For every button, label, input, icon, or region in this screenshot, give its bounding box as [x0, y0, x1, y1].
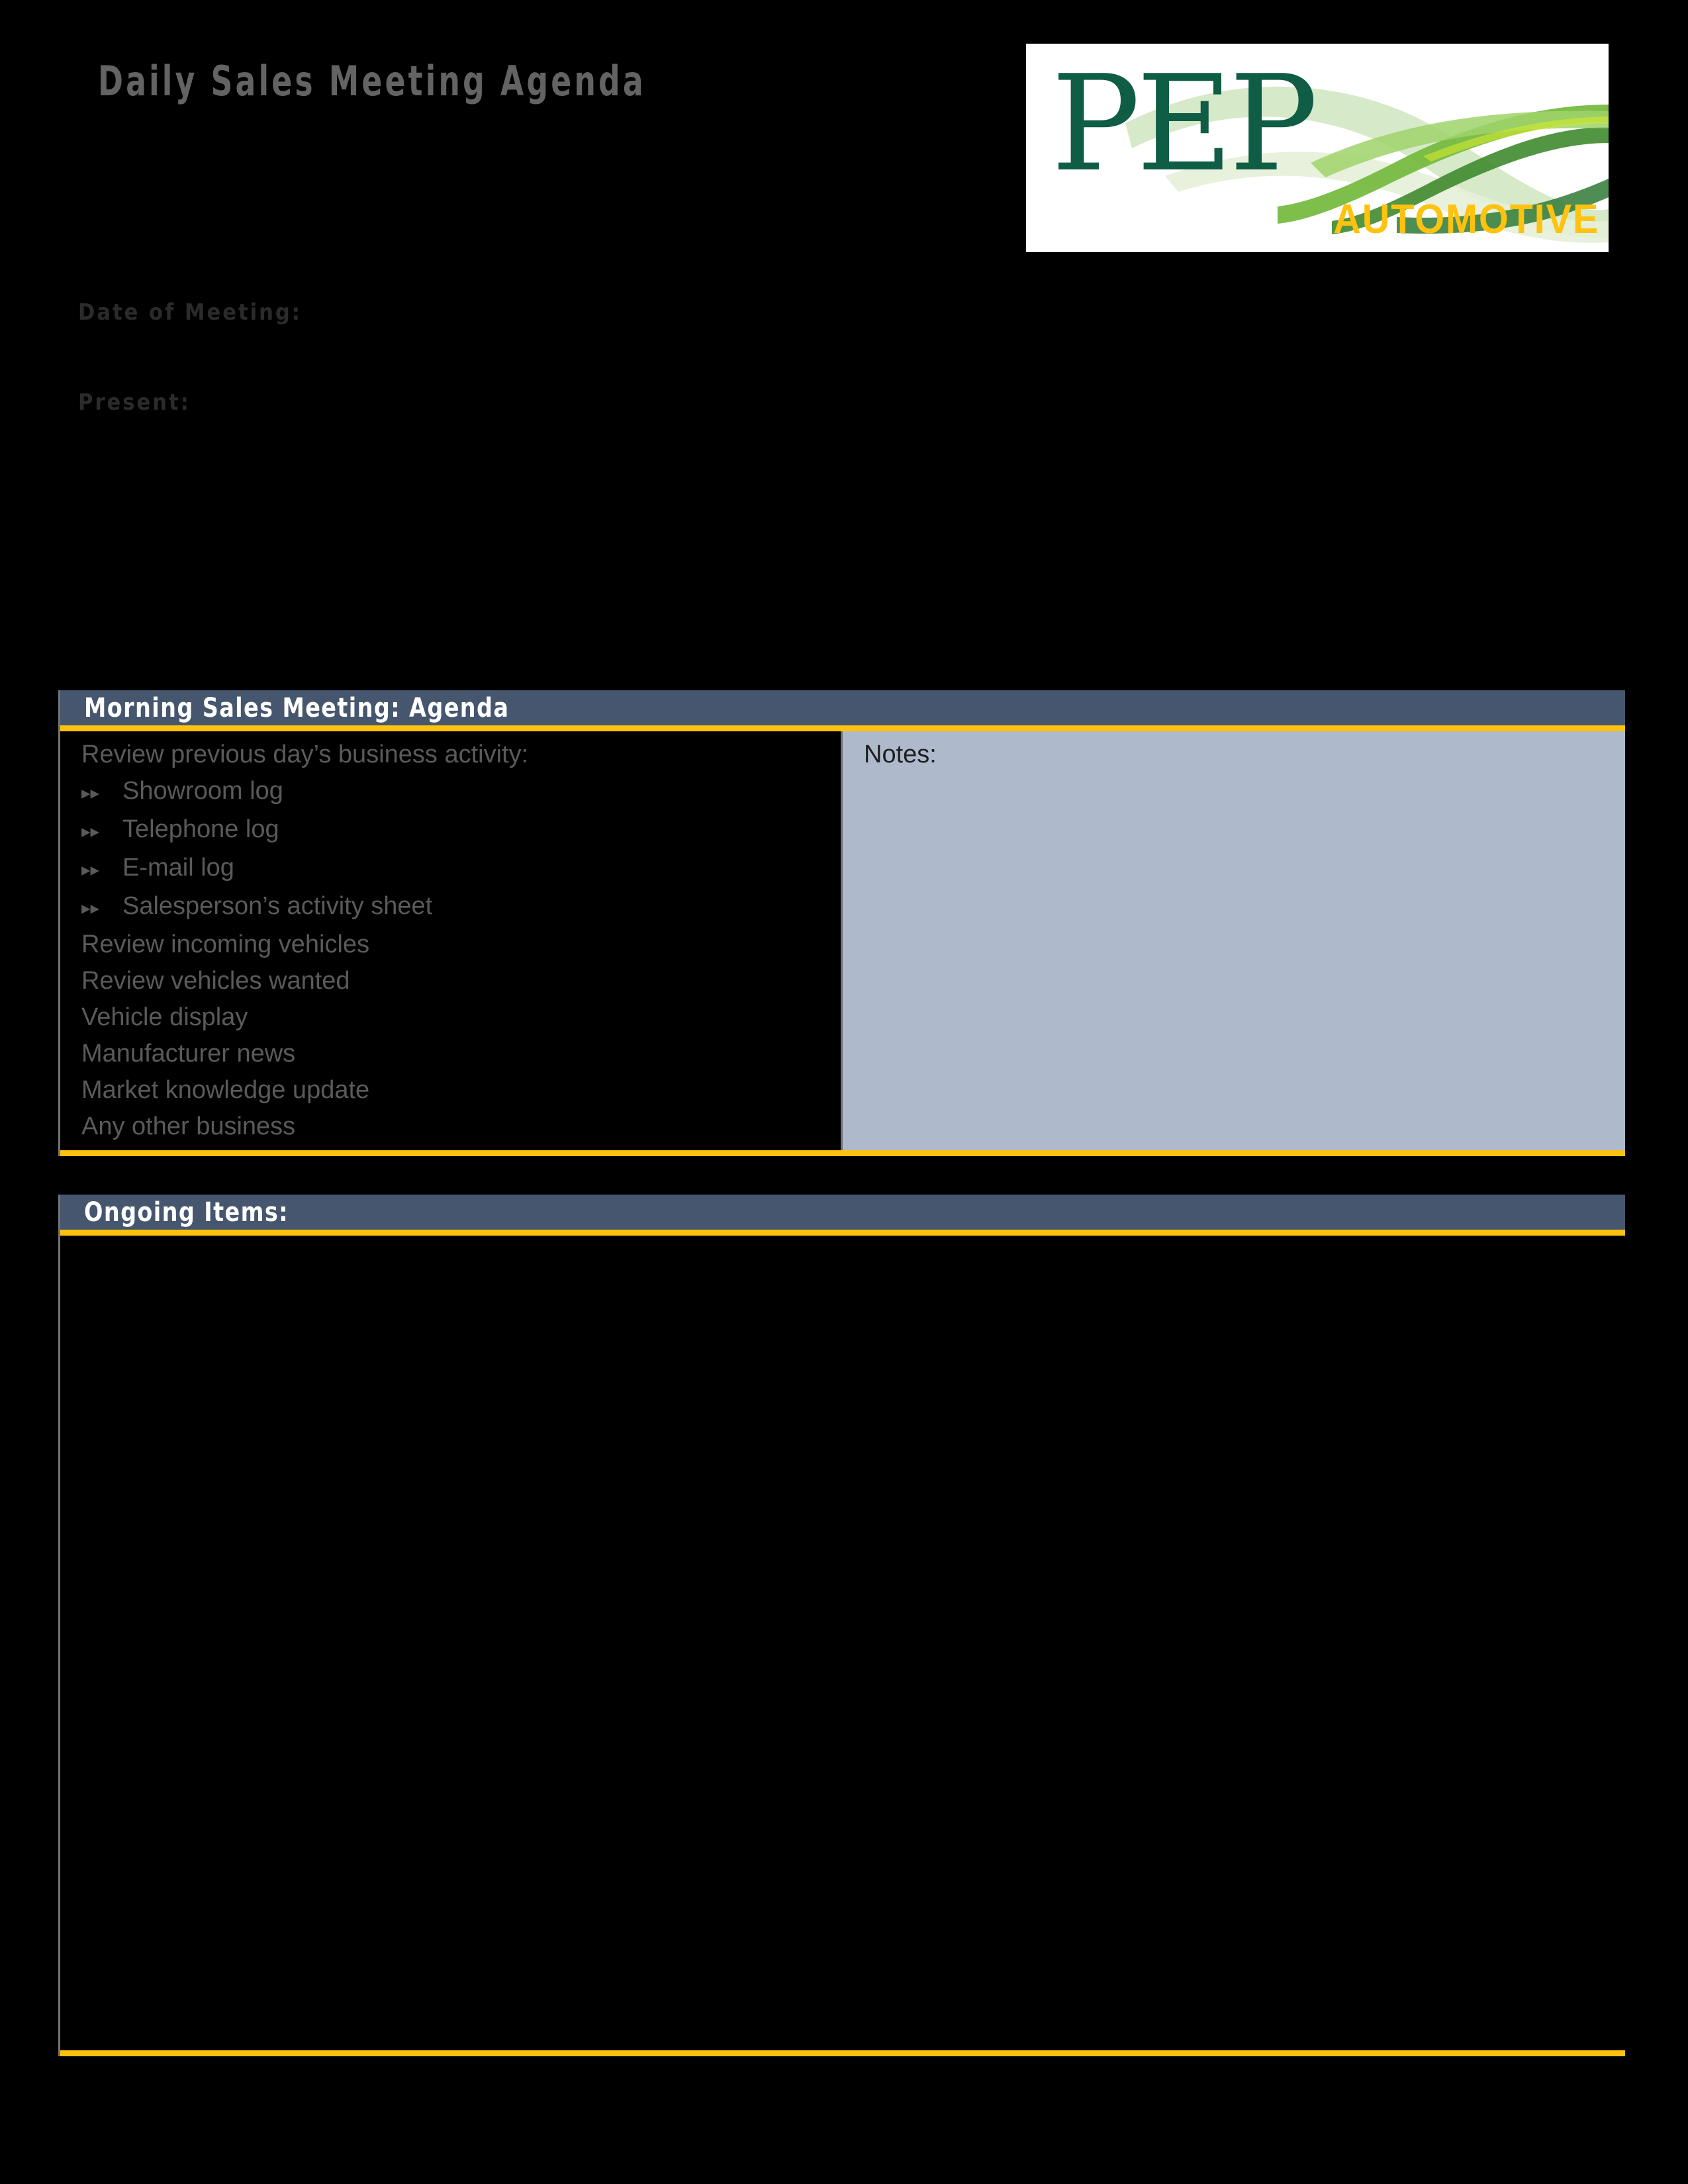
agenda-item: Manufacturer news — [81, 1040, 296, 1068]
agenda-sub-item: ▸▸ Telephone log — [81, 811, 841, 850]
ongoing-items-table: Ongoing Items: — [58, 1195, 1625, 2056]
agenda-items-column: Review previous day’s business activity:… — [60, 731, 843, 1150]
agenda-item: Any other business — [81, 1113, 296, 1140]
present-label: Present: — [78, 389, 191, 416]
ongoing-items-header-bar: Ongoing Items: — [60, 1195, 1625, 1236]
agenda-sub-item-label: Showroom log — [122, 777, 283, 805]
notes-column[interactable]: Notes: — [843, 731, 1625, 1150]
agenda-sub-item-label: Salesperson’s activity sheet — [122, 892, 433, 920]
agenda-header-bar: Morning Sales Meeting: Agenda — [60, 690, 1625, 731]
ongoing-items-input-area[interactable] — [60, 1236, 1625, 2056]
agenda-sub-item-label: E-mail log — [122, 854, 234, 882]
document-header: Daily Sales Meeting Agenda PEP AUTOMOTIV… — [0, 0, 1688, 278]
double-chevron-icon: ▸▸ — [81, 783, 100, 803]
agenda-item: Review previous day’s business activity: — [81, 741, 529, 768]
agenda-item: Review incoming vehicles — [81, 931, 370, 958]
agenda-sub-item-label: Telephone log — [122, 815, 279, 843]
agenda-sub-item: ▸▸ Showroom log — [81, 773, 841, 811]
double-chevron-icon: ▸▸ — [81, 860, 100, 880]
brand-logo: PEP AUTOMOTIVE — [1026, 44, 1609, 252]
agenda-item: Market knowledge update — [81, 1076, 370, 1104]
logo-tagline: AUTOMOTIVE — [1333, 197, 1599, 242]
double-chevron-icon: ▸▸ — [81, 898, 100, 919]
agenda-body: Review previous day’s business activity:… — [60, 731, 1625, 1156]
page-title: Daily Sales Meeting Agenda — [98, 57, 646, 105]
notes-label: Notes: — [864, 741, 937, 768]
agenda-item: Vehicle display — [81, 1003, 248, 1031]
agenda-sub-item: ▸▸ Salesperson’s activity sheet — [81, 888, 841, 927]
agenda-table: Morning Sales Meeting: Agenda Review pre… — [58, 690, 1625, 1156]
logo-wordmark: PEP — [1051, 47, 1318, 201]
ongoing-items-header-title: Ongoing Items: — [84, 1197, 289, 1228]
agenda-sub-item: ▸▸ E-mail log — [81, 850, 841, 888]
date-of-meeting-label: Date of Meeting: — [78, 299, 302, 326]
double-chevron-icon: ▸▸ — [81, 821, 100, 842]
agenda-header-title: Morning Sales Meeting: Agenda — [84, 692, 510, 723]
agenda-item: Review vehicles wanted — [81, 967, 350, 995]
